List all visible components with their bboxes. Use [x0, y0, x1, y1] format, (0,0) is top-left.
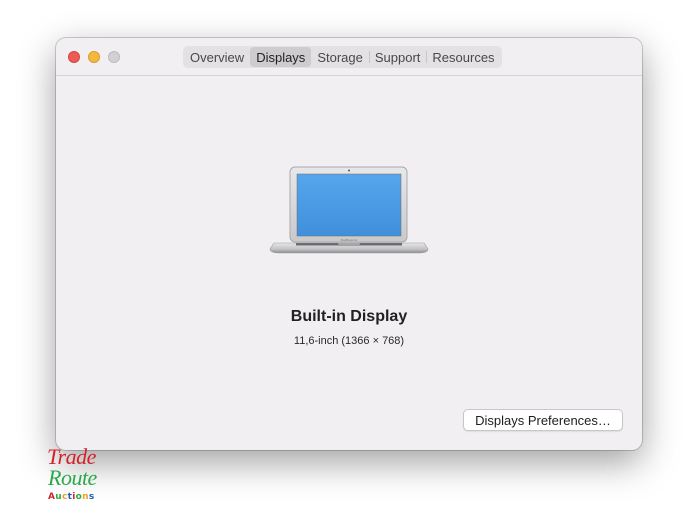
- display-name: Built-in Display: [290, 308, 408, 325]
- zoom-window-button[interactable]: [108, 51, 120, 63]
- watermark-line2: Route: [48, 465, 97, 490]
- watermark-letter: n: [82, 492, 89, 502]
- watermark-logo: Trade Route Auctions: [47, 446, 109, 508]
- tab-storage[interactable]: Storage: [311, 47, 369, 67]
- display-spec: 11,6-inch (1366 × 768): [293, 335, 405, 347]
- tab-support[interactable]: Support: [368, 47, 427, 67]
- svg-text:MacBook Air: MacBook Air: [341, 238, 358, 242]
- close-window-button[interactable]: [68, 51, 80, 63]
- tab-overview[interactable]: Overview: [184, 47, 250, 67]
- watermark-letter: s: [88, 492, 95, 502]
- displays-preferences-button[interactable]: Displays Preferences…: [463, 409, 623, 431]
- tab-displays[interactable]: Displays: [250, 47, 312, 67]
- watermark-line3: Auctions: [48, 492, 95, 502]
- title-bar: Overview Displays Storage Support Resour…: [56, 38, 642, 76]
- about-this-mac-window: Overview Displays Storage Support Resour…: [56, 38, 642, 450]
- laptop-icon: MacBook Air: [269, 166, 429, 254]
- watermark-letter: u: [55, 492, 62, 502]
- minimize-window-button[interactable]: [88, 51, 100, 63]
- tab-resources[interactable]: Resources: [426, 47, 500, 67]
- tab-bar: Overview Displays Storage Support Resour…: [183, 46, 502, 68]
